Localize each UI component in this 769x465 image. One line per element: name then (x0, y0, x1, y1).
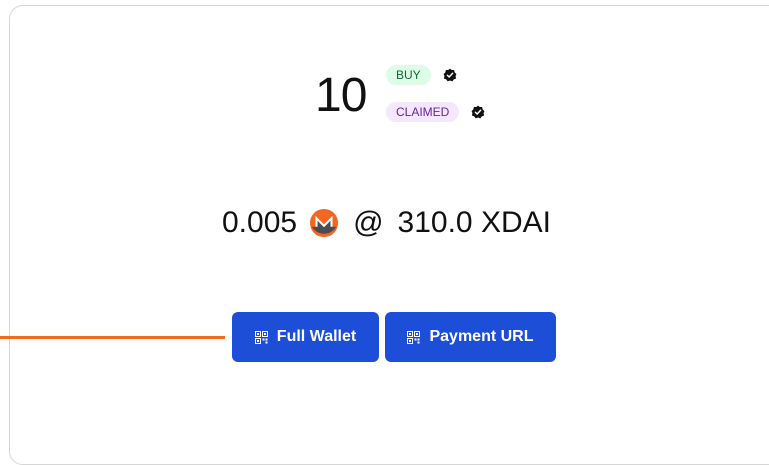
claimed-badge: CLAIMED (386, 102, 460, 122)
pointer-line (0, 336, 225, 339)
monero-icon (310, 208, 339, 238)
crypto-quantity: 0.005 (222, 206, 298, 239)
exchange-rate: 310.0 XDAI (397, 206, 551, 239)
qr-code-icon (407, 330, 421, 344)
full-wallet-label: Full Wallet (276, 328, 357, 345)
payment-url-label: Payment URL (429, 328, 534, 345)
buy-badge: BUY (386, 65, 431, 85)
full-wallet-button[interactable]: Full Wallet (232, 312, 379, 362)
claimed-badge-row: CLAIMED (386, 102, 485, 122)
qr-code-icon (254, 330, 268, 344)
payment-url-button[interactable]: Payment URL (385, 312, 556, 362)
at-sign: @ (353, 206, 384, 239)
verified-icon (471, 105, 485, 119)
order-amount: 10 (315, 69, 367, 122)
verified-icon (443, 68, 457, 82)
buy-badge-row: BUY (386, 65, 457, 85)
price-line: 0.005 @ 310.0 XDAI (222, 198, 551, 248)
